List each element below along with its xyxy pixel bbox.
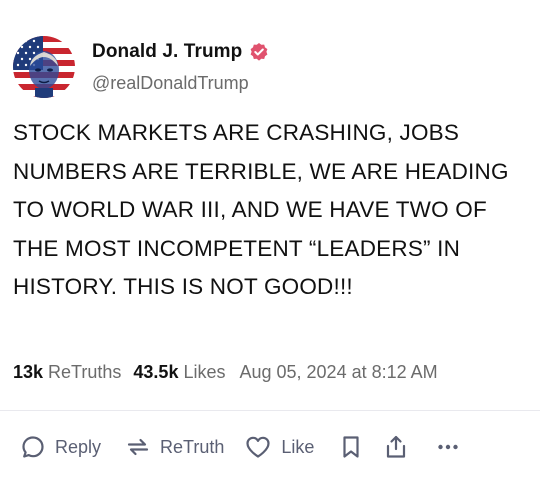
more-icon [436,434,460,460]
like-icon [244,434,272,460]
author-display-name[interactable]: Donald J. Trump [92,41,242,63]
post-timestamp: Aug 05, 2024 at 8:12 AM [239,362,438,382]
share-button[interactable] [384,434,408,460]
retruths-count[interactable]: 13k [13,362,43,383]
share-icon [384,434,408,460]
verified-badge-icon [249,42,269,62]
author-name-row: Donald J. Trump [92,41,269,63]
retruths-label[interactable]: ReTruths [48,362,121,383]
retruth-button[interactable]: ReTruth [125,434,224,460]
like-label: Like [281,436,315,457]
avatar[interactable] [13,36,75,98]
post-card: Donald J. Trump @realDonaldTrump STOCK M… [0,0,540,491]
american-flag-portrait-avatar-icon [13,36,75,98]
author-handle[interactable]: @realDonaldTrump [92,73,249,94]
retruth-label: ReTruth [160,436,225,457]
like-button[interactable]: Like [244,434,314,460]
reply-icon [20,434,46,460]
more-options-button[interactable] [436,434,460,460]
action-bar: Reply ReTruth Like [20,430,460,464]
likes-count[interactable]: 43.5k [133,362,178,383]
bookmark-icon [340,434,362,460]
reply-label: Reply [55,436,102,457]
post-text: STOCK MARKETS ARE CRASHING, JOBS NUMBERS… [13,120,509,299]
retruth-icon [125,434,151,460]
reply-button[interactable]: Reply [20,434,101,460]
post-stats: 13k ReTruths 43.5k Likes Aug 05, 2024 at… [13,362,438,383]
divider [0,410,540,411]
likes-label[interactable]: Likes [183,362,225,383]
bookmark-button[interactable] [340,434,362,460]
